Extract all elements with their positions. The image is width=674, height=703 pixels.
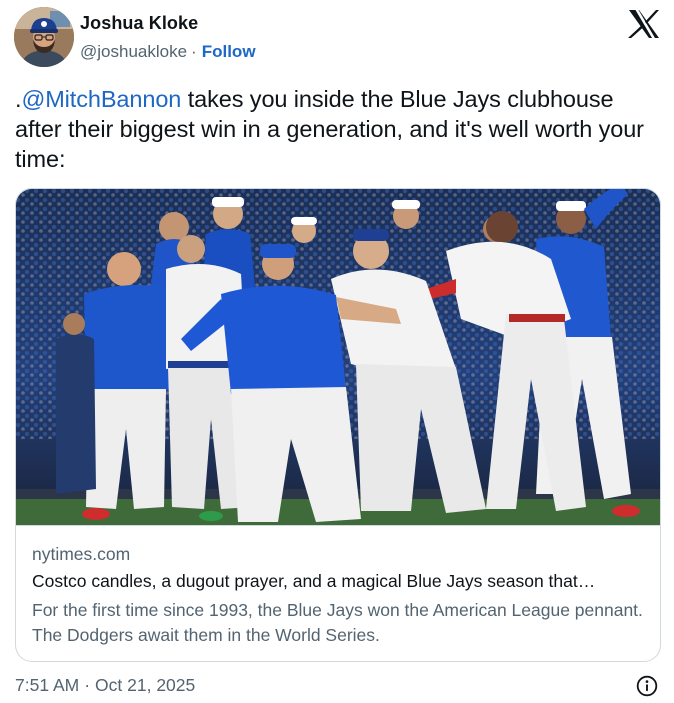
card-image[interactable] xyxy=(16,189,660,526)
author-handle[interactable]: @joshuakloke xyxy=(80,42,187,61)
author-name[interactable]: Joshua Kloke xyxy=(80,13,198,34)
mention-link[interactable]: @MitchBannon xyxy=(21,86,181,112)
handle-separator: · xyxy=(191,42,197,61)
tweet-time: 7:51 AM xyxy=(15,675,80,695)
timestamp-separator: · xyxy=(84,675,91,695)
x-logo-icon[interactable] xyxy=(627,9,661,39)
tweet-embed: Joshua Kloke @joshuakloke · Follow .@Mitch… xyxy=(0,0,674,703)
tweet-date: Oct 21, 2025 xyxy=(95,675,196,695)
tweet-timestamp[interactable]: 7:51 AM · Oct 21, 2025 xyxy=(15,675,195,696)
info-icon[interactable] xyxy=(636,675,658,697)
card-title: Costco candles, a dugout prayer, and a m… xyxy=(32,571,596,591)
author-avatar[interactable] xyxy=(14,7,74,67)
tweet-text: .@MitchBannon takes you inside the Blue … xyxy=(15,84,660,174)
card-description: For the first time since 1993, the Blue … xyxy=(32,600,643,645)
follow-button[interactable]: Follow xyxy=(202,42,256,61)
author-handle-row: @joshuakloke · Follow xyxy=(80,42,256,62)
link-preview-card[interactable]: nytimes.com Costco candles, a dugout pra… xyxy=(15,188,661,662)
card-domain: nytimes.com xyxy=(32,544,131,564)
